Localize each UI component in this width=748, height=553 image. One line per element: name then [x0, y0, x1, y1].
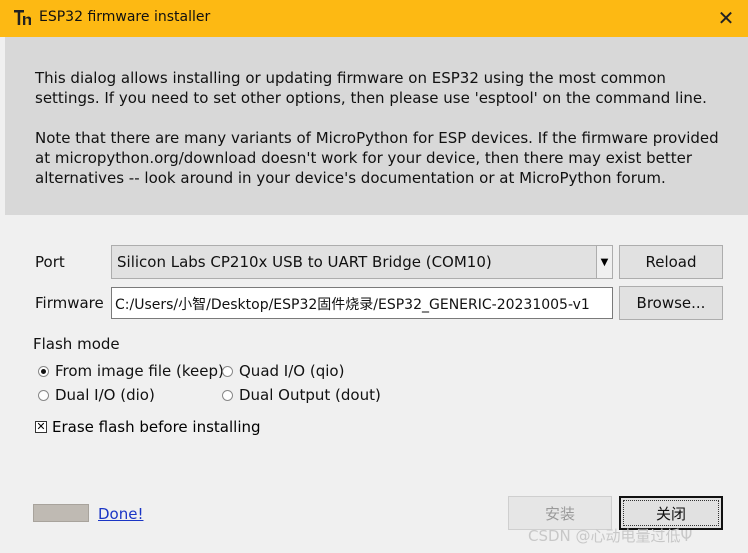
window-title: ESP32 firmware installer [39, 9, 211, 25]
firmware-path-value: C:/Users/小智/Desktop/ESP32固件烧录/ESP32_GENE… [115, 297, 590, 313]
done-link[interactable]: Done! [98, 505, 143, 523]
radio-keep[interactable]: From image file (keep) [38, 362, 224, 380]
radio-unselected-icon [222, 389, 233, 401]
intro-paragraph-2: Note that there are many variants of Mic… [35, 129, 719, 187]
dialog-body: This dialog allows installing or updatin… [5, 37, 748, 553]
firmware-label: Firmware [35, 294, 104, 312]
radio-unselected-icon [222, 365, 233, 377]
radio-qio-label: Quad I/O (qio) [239, 362, 345, 380]
port-select[interactable]: Silicon Labs CP210x USB to UART Bridge (… [111, 245, 613, 279]
progress-indicator [33, 504, 89, 522]
browse-button[interactable]: Browse... [619, 286, 723, 320]
radio-dout[interactable]: Dual Output (dout) [222, 386, 381, 404]
radio-unselected-icon [38, 389, 49, 401]
port-value: Silicon Labs CP210x USB to UART Bridge (… [117, 253, 492, 271]
intro-panel: This dialog allows installing or updatin… [5, 37, 748, 215]
port-label: Port [35, 253, 65, 271]
thonny-logo-icon [14, 10, 31, 25]
watermark-text: CSDN @心动电量过低Ψ [528, 527, 693, 545]
reload-button[interactable]: Reload [619, 245, 723, 279]
intro-paragraph-1: This dialog allows installing or updatin… [35, 69, 707, 107]
radio-selected-icon [38, 365, 49, 377]
erase-flash-label: Erase flash before installing [52, 418, 261, 436]
title-bar: ESP32 firmware installer ✕ [0, 0, 748, 37]
radio-dio-label: Dual I/O (dio) [55, 386, 155, 404]
dropdown-arrow-icon[interactable]: ▼ [596, 246, 612, 278]
close-icon[interactable]: ✕ [712, 5, 740, 31]
checkmark-icon: ✕ [35, 420, 47, 433]
firmware-path-input[interactable]: C:/Users/小智/Desktop/ESP32固件烧录/ESP32_GENE… [111, 287, 613, 319]
erase-flash-checkbox[interactable]: ✕ Erase flash before installing [35, 418, 261, 436]
radio-qio[interactable]: Quad I/O (qio) [222, 362, 344, 380]
flash-mode-label: Flash mode [33, 335, 120, 353]
radio-keep-label: From image file (keep) [55, 362, 224, 380]
radio-dout-label: Dual Output (dout) [239, 386, 381, 404]
radio-dio[interactable]: Dual I/O (dio) [38, 386, 155, 404]
